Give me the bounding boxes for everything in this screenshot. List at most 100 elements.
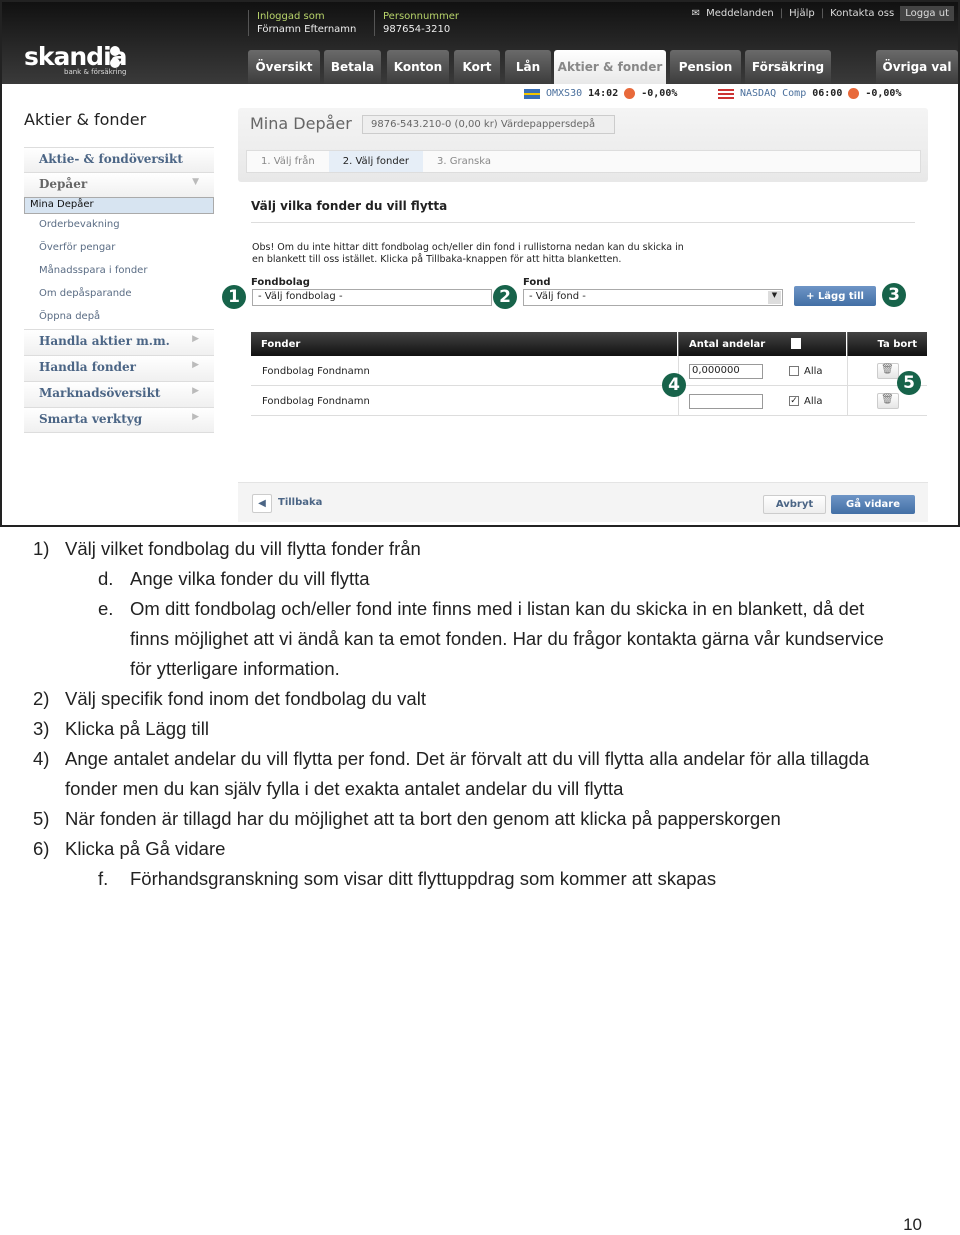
- chevron-right-icon: ▶: [192, 386, 199, 396]
- callout-1: 1: [222, 285, 246, 309]
- step-1: 1. Välj från: [261, 156, 315, 167]
- fund-name: Fondbolag Fondnamn: [262, 365, 370, 377]
- add-button[interactable]: + Lägg till: [794, 286, 876, 306]
- sidebar-item-overview[interactable]: Aktie- & fondöversikt: [24, 147, 214, 172]
- dropdown-arrow-icon: ▼: [768, 291, 781, 304]
- logo-subtitle: bank & försäkring: [64, 68, 127, 76]
- list-text: fonder men du kan själv fylla i det exak…: [65, 778, 624, 799]
- page-number: 10: [903, 1215, 922, 1234]
- trash-icon[interactable]: 🗑: [876, 393, 899, 409]
- chevron-right-icon: ▶: [192, 360, 199, 370]
- page-title: Mina Depåer: [250, 114, 352, 133]
- list-marker: 2): [33, 688, 50, 709]
- all-label: Alla: [804, 365, 823, 377]
- list-text: Välj specifik fond inom det fondbolag du…: [65, 688, 426, 709]
- all-label: Alla: [804, 395, 823, 407]
- tab-kort[interactable]: Kort: [454, 50, 500, 84]
- ticker-omxs30: OMXS30 14:02 -0,00%: [524, 88, 677, 99]
- list-text: Välj vilket fondbolag du vill flytta fon…: [65, 538, 421, 559]
- down-arrow-icon: [624, 88, 636, 99]
- list-text: Förhandsgranskning som visar ditt flyttu…: [130, 868, 717, 889]
- step-indicator: 1. Välj från 2. Välj fonder 3. Granska: [246, 150, 921, 173]
- callout-3: 3: [882, 283, 906, 307]
- personnummer-info: Personnummer 987654-3210: [374, 10, 459, 36]
- fund-name: Fondbolag Fondnamn: [262, 395, 370, 407]
- tab-betala[interactable]: Betala: [324, 50, 381, 84]
- sidebar-sub-mina-depaer[interactable]: Mina Depåer: [24, 197, 214, 214]
- chevron-right-icon: ▶: [192, 334, 199, 344]
- fondbolag-label: Fondbolag: [251, 277, 310, 288]
- all-checkbox[interactable]: ✓: [789, 396, 799, 406]
- step-2: 2. Välj fonder: [328, 151, 423, 172]
- col-header-antal: Antal andelar: [678, 332, 846, 356]
- list-marker: f.: [98, 868, 109, 889]
- tab-oversikt[interactable]: Översikt: [248, 50, 320, 84]
- table-row: Fondbolag Fondnamn ✓ Alla 🗑: [251, 386, 927, 416]
- sidebar-item-depaer[interactable]: Depåer ▼: [24, 172, 214, 197]
- list-text: för ytterligare information.: [130, 658, 340, 679]
- next-button[interactable]: Gå vidare: [831, 495, 915, 514]
- down-arrow-icon: [848, 88, 860, 99]
- logout-button[interactable]: Logga ut: [900, 6, 954, 21]
- tab-lan[interactable]: Lån: [505, 50, 551, 84]
- fond-select[interactable]: - Välj fond - ▼: [523, 289, 783, 306]
- list-marker: d.: [98, 568, 114, 589]
- sidebar-sub-orderbevakning[interactable]: Orderbevakning: [24, 214, 214, 237]
- back-arrow-icon[interactable]: ◀: [252, 494, 272, 513]
- col-header-ta-bort: Ta bort: [847, 332, 927, 356]
- ticker-nasdaq: NASDAQ Comp 06:00 -0,00%: [718, 88, 901, 99]
- chevron-down-icon: ▼: [192, 177, 199, 187]
- list-text: Ange vilka fonder du vill flytta: [130, 568, 370, 589]
- sidebar-sub-om-depasparande[interactable]: Om depåsparande: [24, 283, 214, 306]
- all-checkbox[interactable]: [789, 366, 799, 376]
- tab-forsakring[interactable]: Försäkring: [745, 50, 831, 84]
- trash-icon[interactable]: 🗑: [876, 363, 899, 379]
- logged-in-info: Inloggad som Förnamn Efternamn: [248, 10, 356, 36]
- sidebar-item-smarta-verktyg[interactable]: Smarta verktyg ▶: [24, 407, 214, 433]
- sidebar-sub-oppna-depa[interactable]: Öppna depå: [24, 306, 214, 329]
- callout-2: 2: [493, 285, 517, 309]
- tab-aktier-fonder[interactable]: Aktier & fonder: [554, 50, 666, 84]
- cancel-button[interactable]: Avbryt: [763, 495, 826, 514]
- quantity-input[interactable]: [689, 393, 763, 409]
- list-marker: 3): [33, 718, 50, 739]
- top-header: skandia bank & försäkring Inloggad som Fö…: [2, 2, 958, 84]
- fondbolag-select[interactable]: - Välj fondbolag -: [252, 289, 492, 306]
- sidebar-sub-manadsspara[interactable]: Månadsspara i fonder: [24, 260, 214, 283]
- sidebar-sub-overfor-pengar[interactable]: Överför pengar: [24, 237, 214, 260]
- back-button[interactable]: Tillbaka: [278, 497, 322, 508]
- link-contact[interactable]: Kontakta oss: [830, 8, 894, 19]
- top-links: ✉ Meddelanden | Hjälp | Kontakta oss Logga…: [692, 6, 954, 21]
- link-messages[interactable]: Meddelanden: [706, 8, 774, 19]
- sidebar-item-marknadsoversikt[interactable]: Marknadsöversikt ▶: [24, 381, 214, 407]
- tab-ovriga-val[interactable]: Övriga val: [876, 50, 958, 84]
- list-text: finns möjlighet att vi ändå kan ta emot …: [130, 628, 884, 649]
- sidebar-title: Aktier & fonder: [24, 110, 147, 129]
- col-header-fonder: Fonder: [251, 332, 677, 356]
- fond-label: Fond: [523, 277, 551, 288]
- list-text: Ange antalet andelar du vill flytta per …: [65, 748, 870, 769]
- chevron-right-icon: ▶: [192, 412, 199, 422]
- list-text: Om ditt fondbolag och/eller fond inte fi…: [130, 598, 865, 619]
- sidebar-item-handla-aktier[interactable]: Handla aktier m.m. ▶: [24, 329, 214, 355]
- sidebar-item-handla-fonder[interactable]: Handla fonder ▶: [24, 355, 214, 381]
- callout-4: 4: [662, 373, 686, 397]
- us-flag-icon: [718, 88, 734, 99]
- notice-text: Obs! Om du inte hittar ditt fondbolag oc…: [252, 242, 684, 265]
- step-3: 3. Granska: [437, 156, 491, 167]
- callout-5: 5: [897, 371, 921, 395]
- quantity-input[interactable]: 0,000000: [689, 363, 763, 379]
- list-text: När fonden är tillagd har du möjlighet a…: [65, 808, 781, 829]
- sweden-flag-icon: [524, 88, 540, 99]
- list-marker: 5): [33, 808, 50, 829]
- list-marker: 6): [33, 838, 50, 859]
- tab-pension[interactable]: Pension: [670, 50, 741, 84]
- account-selector[interactable]: 9876-543.210-0 (0,00 kr) Värdepappersdep…: [362, 115, 615, 134]
- envelope-icon: ✉: [691, 8, 701, 19]
- list-text: Klicka på Gå vidare: [65, 838, 226, 859]
- link-help[interactable]: Hjälp: [789, 8, 815, 19]
- select-all-checkbox[interactable]: [791, 338, 801, 349]
- sidebar: Aktie- & fondöversikt Depåer ▼ Mina Depåe…: [24, 147, 214, 433]
- list-marker: e.: [98, 598, 114, 619]
- tab-konton[interactable]: Konton: [387, 50, 449, 84]
